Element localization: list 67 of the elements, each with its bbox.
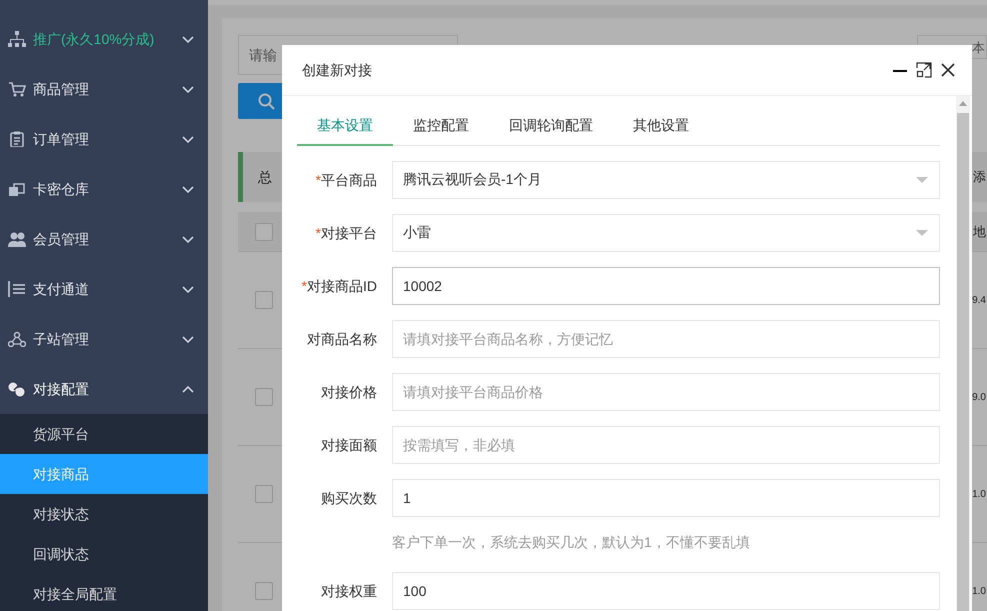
select-field[interactable]: 小雷 xyxy=(392,214,940,252)
network-icon xyxy=(8,331,26,347)
tab[interactable]: 基本设置 xyxy=(297,106,393,146)
field-label: *平台商品 xyxy=(314,171,378,190)
table-cell-text: 1.0 xyxy=(972,488,986,502)
table-cell-text: 1.0 xyxy=(972,584,986,598)
menu-item[interactable]: 会员管理 xyxy=(0,214,208,264)
link-icon xyxy=(8,381,26,397)
input-field[interactable]: 请填对接平台商品价格 xyxy=(392,373,940,411)
table-cell-text: 9.4 xyxy=(972,294,986,308)
users-icon xyxy=(8,231,26,247)
menu-item[interactable]: 卡密仓库 xyxy=(0,164,208,214)
clipboard-icon xyxy=(8,131,26,147)
close-icon[interactable] xyxy=(940,62,956,78)
caret-icon xyxy=(916,230,928,236)
submenu-item[interactable]: 货源平台 xyxy=(0,414,208,454)
input-field[interactable]: 请填对接平台商品名称，方便记忆 xyxy=(392,320,940,358)
field-label: 对接面额 xyxy=(320,436,378,455)
submenu-item[interactable]: 对接状态 xyxy=(0,494,208,534)
submenu-item[interactable]: 对接全局配置 xyxy=(0,574,208,611)
input-field[interactable]: 10002 xyxy=(392,267,940,305)
submenu-item[interactable]: 回调状态 xyxy=(0,534,208,574)
input-field[interactable]: 按需填写，非必填 xyxy=(392,426,940,464)
checkbox[interactable] xyxy=(255,388,273,406)
chevron-down-icon xyxy=(182,284,194,294)
search-icon xyxy=(258,92,275,110)
table-cell-text: 9.0 xyxy=(972,390,986,404)
menu-item[interactable]: 推广(永久10%分成) xyxy=(0,14,208,64)
tab[interactable]: 监控配置 xyxy=(393,106,489,146)
chevron-down-icon xyxy=(182,134,194,144)
list-icon xyxy=(8,281,26,297)
notice-text: 总 xyxy=(258,168,272,186)
checkbox[interactable] xyxy=(255,485,273,503)
menu-item[interactable]: 对接配置 xyxy=(0,364,208,414)
checkbox[interactable] xyxy=(255,222,273,240)
menu-item[interactable]: 订单管理 xyxy=(0,114,208,164)
checkbox[interactable] xyxy=(255,291,273,309)
chevron-down-icon xyxy=(182,184,194,194)
field-label: *对接平台 xyxy=(314,224,378,243)
chevron-up-icon xyxy=(182,384,194,394)
notice-text: 添 xyxy=(973,168,986,186)
tab[interactable]: 其他设置 xyxy=(613,106,709,146)
cart-icon xyxy=(8,81,26,97)
input-field[interactable]: 100 xyxy=(392,572,940,610)
field-label: 购买次数 xyxy=(320,489,378,508)
dialog-title: 创建新对接 xyxy=(302,60,373,80)
chevron-down-icon xyxy=(182,334,194,344)
maximize-icon[interactable] xyxy=(916,62,932,78)
chevron-down-icon xyxy=(182,34,194,44)
column-header: 地 xyxy=(973,222,986,241)
field-label: 对接权重 xyxy=(320,582,378,601)
input-field[interactable]: 1 xyxy=(392,479,940,517)
field-label: 对接价格 xyxy=(320,383,378,402)
tab[interactable]: 回调轮询配置 xyxy=(489,106,613,146)
hierarchy-icon xyxy=(8,31,26,47)
cards-icon xyxy=(8,181,26,197)
chevron-down-icon xyxy=(182,84,194,94)
field-label: *对接商品ID xyxy=(300,277,378,296)
menu-item[interactable]: 子站管理 xyxy=(0,314,208,364)
chevron-down-icon xyxy=(182,234,194,244)
menu-item[interactable]: 商品管理 xyxy=(0,64,208,114)
checkbox[interactable] xyxy=(255,582,273,600)
caret-icon xyxy=(916,177,928,183)
field-label: 对商品名称 xyxy=(306,330,378,349)
menu-item[interactable]: 支付通道 xyxy=(0,264,208,314)
select-field[interactable]: 腾讯云视听会员-1个月 xyxy=(392,161,940,199)
help-text: 客户下单一次，系统去购买几次，默认为1，不懂不要乱填 xyxy=(392,533,751,552)
